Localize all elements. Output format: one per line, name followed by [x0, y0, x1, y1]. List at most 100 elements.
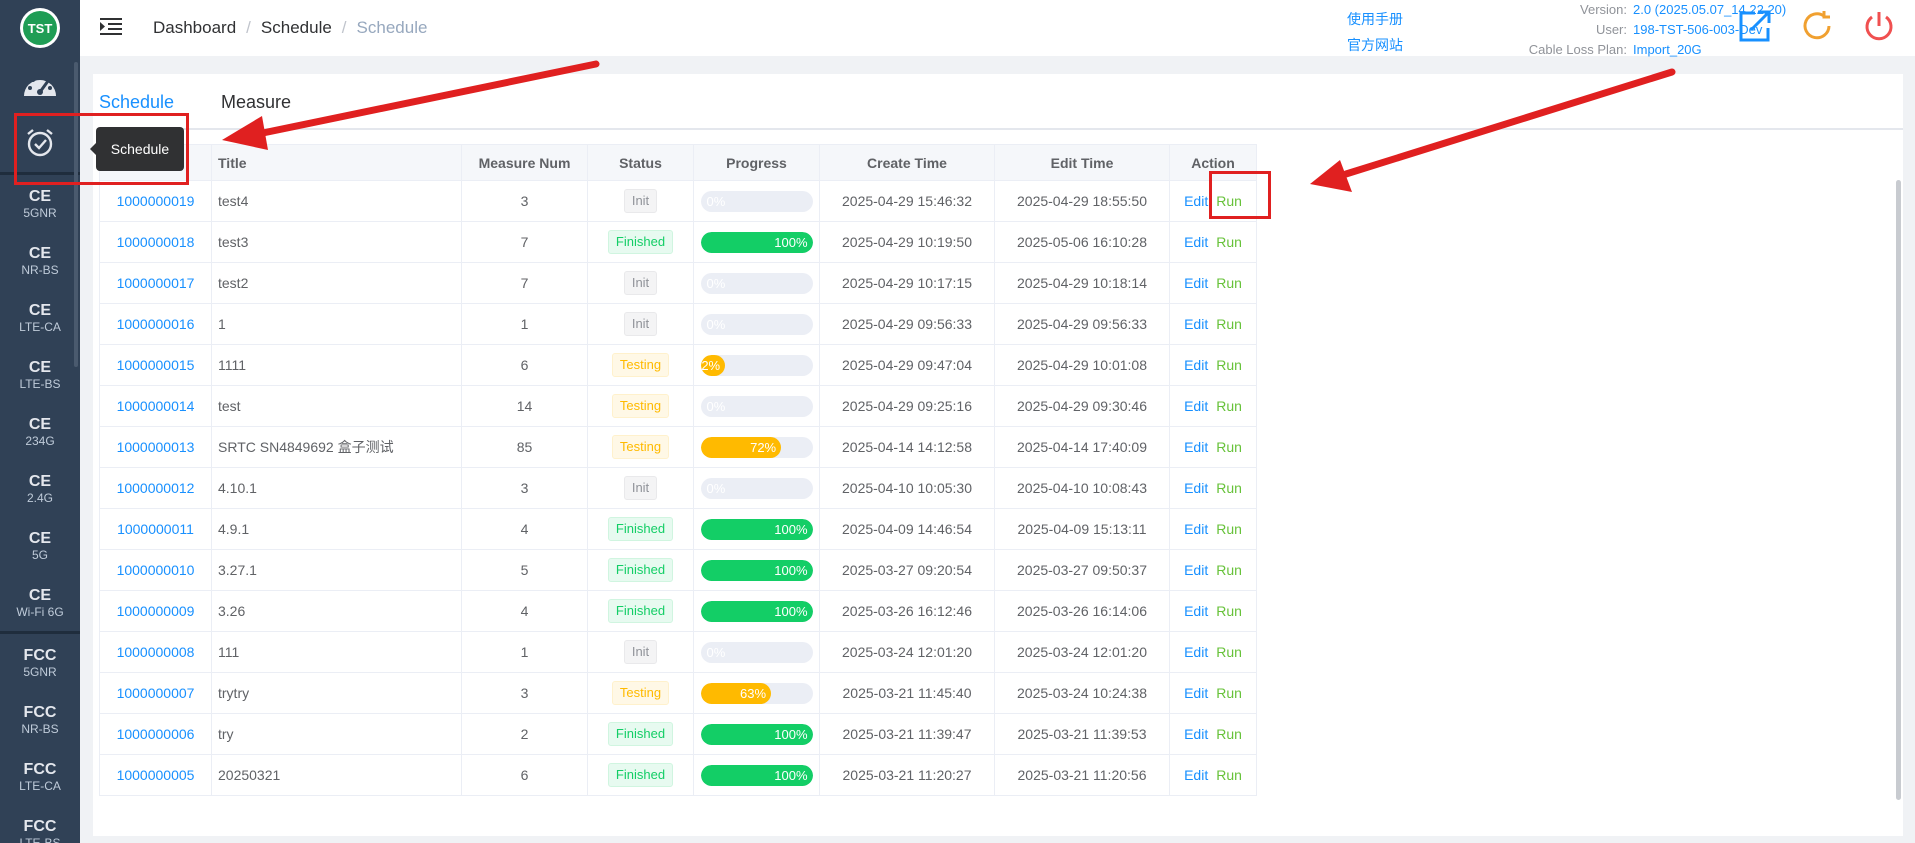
row-measure-num: 3 — [461, 672, 588, 714]
row-id-link[interactable]: 1000000017 — [99, 262, 212, 304]
table-row: 1000000019 test4 3 Init 0% 2025-04-29 15:46:3… — [99, 180, 1257, 222]
sidebar-item-ce-5g[interactable]: CE 5G — [0, 517, 80, 574]
breadcrumb-dashboard[interactable]: Dashboard — [153, 18, 236, 38]
sidebar-item-fcc-lte-ca[interactable]: FCC LTE-CA — [0, 748, 80, 805]
sidebar-item-band: Wi-Fi 6G — [16, 604, 64, 619]
website-link[interactable]: 官方网站 — [1347, 32, 1403, 58]
menu-toggle-icon[interactable] — [100, 18, 122, 41]
row-id-link[interactable]: 1000000013 — [99, 426, 212, 468]
edit-button[interactable]: Edit — [1184, 480, 1208, 496]
sidebar-item-ce-nr-bs[interactable]: CE NR-BS — [0, 232, 80, 289]
sidebar-item-fcc-nr-bs[interactable]: FCC NR-BS — [0, 691, 80, 748]
row-id-link[interactable]: 1000000010 — [99, 549, 212, 591]
row-measure-num: 7 — [461, 262, 588, 304]
row-measure-num: 1 — [461, 303, 588, 345]
run-button[interactable]: Run — [1216, 644, 1242, 660]
sidebar-item-ce-wi-fi-6g[interactable]: CE Wi-Fi 6G — [0, 574, 80, 631]
row-id-link[interactable]: 1000000019 — [99, 180, 212, 222]
progress-bar: 0% — [700, 395, 813, 417]
edit-button[interactable]: Edit — [1184, 767, 1208, 783]
run-button[interactable]: Run — [1216, 767, 1242, 783]
edit-button[interactable]: Edit — [1184, 234, 1208, 250]
row-id-link[interactable]: 1000000006 — [99, 713, 212, 755]
sidebar-item-ce-lte-bs[interactable]: CE LTE-BS — [0, 346, 80, 403]
edit-button[interactable]: Edit — [1184, 685, 1208, 701]
row-title: 4.10.1 — [211, 467, 462, 509]
refresh-icon[interactable] — [1797, 6, 1837, 46]
progress-text: 0% — [706, 193, 726, 209]
logo: TST — [0, 0, 80, 56]
edit-button[interactable]: Edit — [1184, 726, 1208, 742]
status-badge: Init — [623, 271, 658, 295]
tab-schedule[interactable]: Schedule — [99, 92, 174, 113]
edit-button[interactable]: Edit — [1184, 316, 1208, 332]
sidebar-item-standard: CE — [28, 415, 52, 433]
row-id-link[interactable]: 1000000011 — [99, 508, 212, 550]
status-badge: Finished — [607, 558, 674, 582]
row-id-link[interactable]: 1000000015 — [99, 344, 212, 386]
progress-bar: 0% — [700, 190, 813, 212]
power-icon[interactable] — [1859, 6, 1899, 46]
run-button[interactable]: Run — [1216, 234, 1242, 250]
status-badge: Testing — [611, 681, 670, 705]
status-badge: Finished — [607, 722, 674, 746]
edit-button[interactable]: Edit — [1184, 562, 1208, 578]
row-id-link[interactable]: 1000000018 — [99, 221, 212, 263]
sidebar-item-fcc-lte-bs[interactable]: FCC LTE-BS — [0, 805, 80, 843]
sidebar-item-ce-2-4g[interactable]: CE 2.4G — [0, 460, 80, 517]
run-button[interactable]: Run — [1216, 562, 1242, 578]
row-measure-num: 2 — [461, 713, 588, 755]
run-button[interactable]: Run — [1216, 275, 1242, 291]
progress-bar: 63% — [700, 682, 813, 704]
run-button[interactable]: Run — [1216, 439, 1242, 455]
annotation-box-run — [1209, 171, 1271, 219]
edit-button[interactable]: Edit — [1184, 644, 1208, 660]
run-button[interactable]: Run — [1216, 398, 1242, 414]
row-id-link[interactable]: 1000000007 — [99, 672, 212, 714]
sidebar-item-standard: FCC — [23, 817, 57, 835]
row-title: 1111 — [211, 344, 462, 386]
table-row: 1000000009 3.26 4 Finished 100% 2025-03-26 16… — [99, 590, 1257, 632]
row-id-link[interactable]: 1000000009 — [99, 590, 212, 632]
sidebar-item-ce-234g[interactable]: CE 234G — [0, 403, 80, 460]
edit-button[interactable]: Edit — [1184, 275, 1208, 291]
run-button[interactable]: Run — [1216, 357, 1242, 373]
table-row: 1000000014 test 14 Testing 0% 2025-04-29 09:2… — [99, 385, 1257, 427]
row-title: 1 — [211, 303, 462, 345]
run-button[interactable]: Run — [1216, 480, 1242, 496]
row-id-link[interactable]: 1000000012 — [99, 467, 212, 509]
progress-bar: 22% — [700, 354, 813, 376]
sidebar-item-fcc-5gnr[interactable]: FCC 5GNR — [0, 634, 80, 691]
row-id-link[interactable]: 1000000014 — [99, 385, 212, 427]
row-edit-time: 2025-04-29 09:56:33 — [994, 303, 1170, 345]
sidebar-item-ce-lte-ca[interactable]: CE LTE-CA — [0, 289, 80, 346]
manual-link[interactable]: 使用手册 — [1347, 6, 1403, 32]
table-scrollbar[interactable] — [1896, 180, 1901, 800]
dashboard-icon[interactable] — [0, 56, 80, 114]
table-row: 1000000013 SRTC SN4849692 盒子测试 85 Testing 72… — [99, 426, 1257, 468]
row-id-link[interactable]: 1000000016 — [99, 303, 212, 345]
cable-loss-plan-value[interactable]: Import_20G — [1633, 40, 1702, 60]
export-icon[interactable] — [1735, 6, 1775, 46]
edit-button[interactable]: Edit — [1184, 603, 1208, 619]
edit-button[interactable]: Edit — [1184, 398, 1208, 414]
row-create-time: 2025-04-29 09:56:33 — [819, 303, 995, 345]
breadcrumb-schedule[interactable]: Schedule — [261, 18, 332, 38]
row-id-link[interactable]: 1000000008 — [99, 631, 212, 673]
edit-button[interactable]: Edit — [1184, 357, 1208, 373]
row-id-link[interactable]: 1000000005 — [99, 754, 212, 796]
edit-button[interactable]: Edit — [1184, 521, 1208, 537]
run-button[interactable]: Run — [1216, 685, 1242, 701]
run-button[interactable]: Run — [1216, 726, 1242, 742]
run-button[interactable]: Run — [1216, 316, 1242, 332]
run-button[interactable]: Run — [1216, 603, 1242, 619]
edit-button[interactable]: Edit — [1184, 193, 1208, 209]
status-badge: Testing — [611, 435, 670, 459]
row-edit-time: 2025-03-27 09:50:37 — [994, 549, 1170, 591]
progress-text: 63% — [740, 685, 767, 701]
progress-bar: 0% — [700, 313, 813, 335]
edit-button[interactable]: Edit — [1184, 439, 1208, 455]
sidebar-scrollbar[interactable] — [74, 62, 78, 367]
tab-measure[interactable]: Measure — [221, 92, 291, 113]
run-button[interactable]: Run — [1216, 521, 1242, 537]
